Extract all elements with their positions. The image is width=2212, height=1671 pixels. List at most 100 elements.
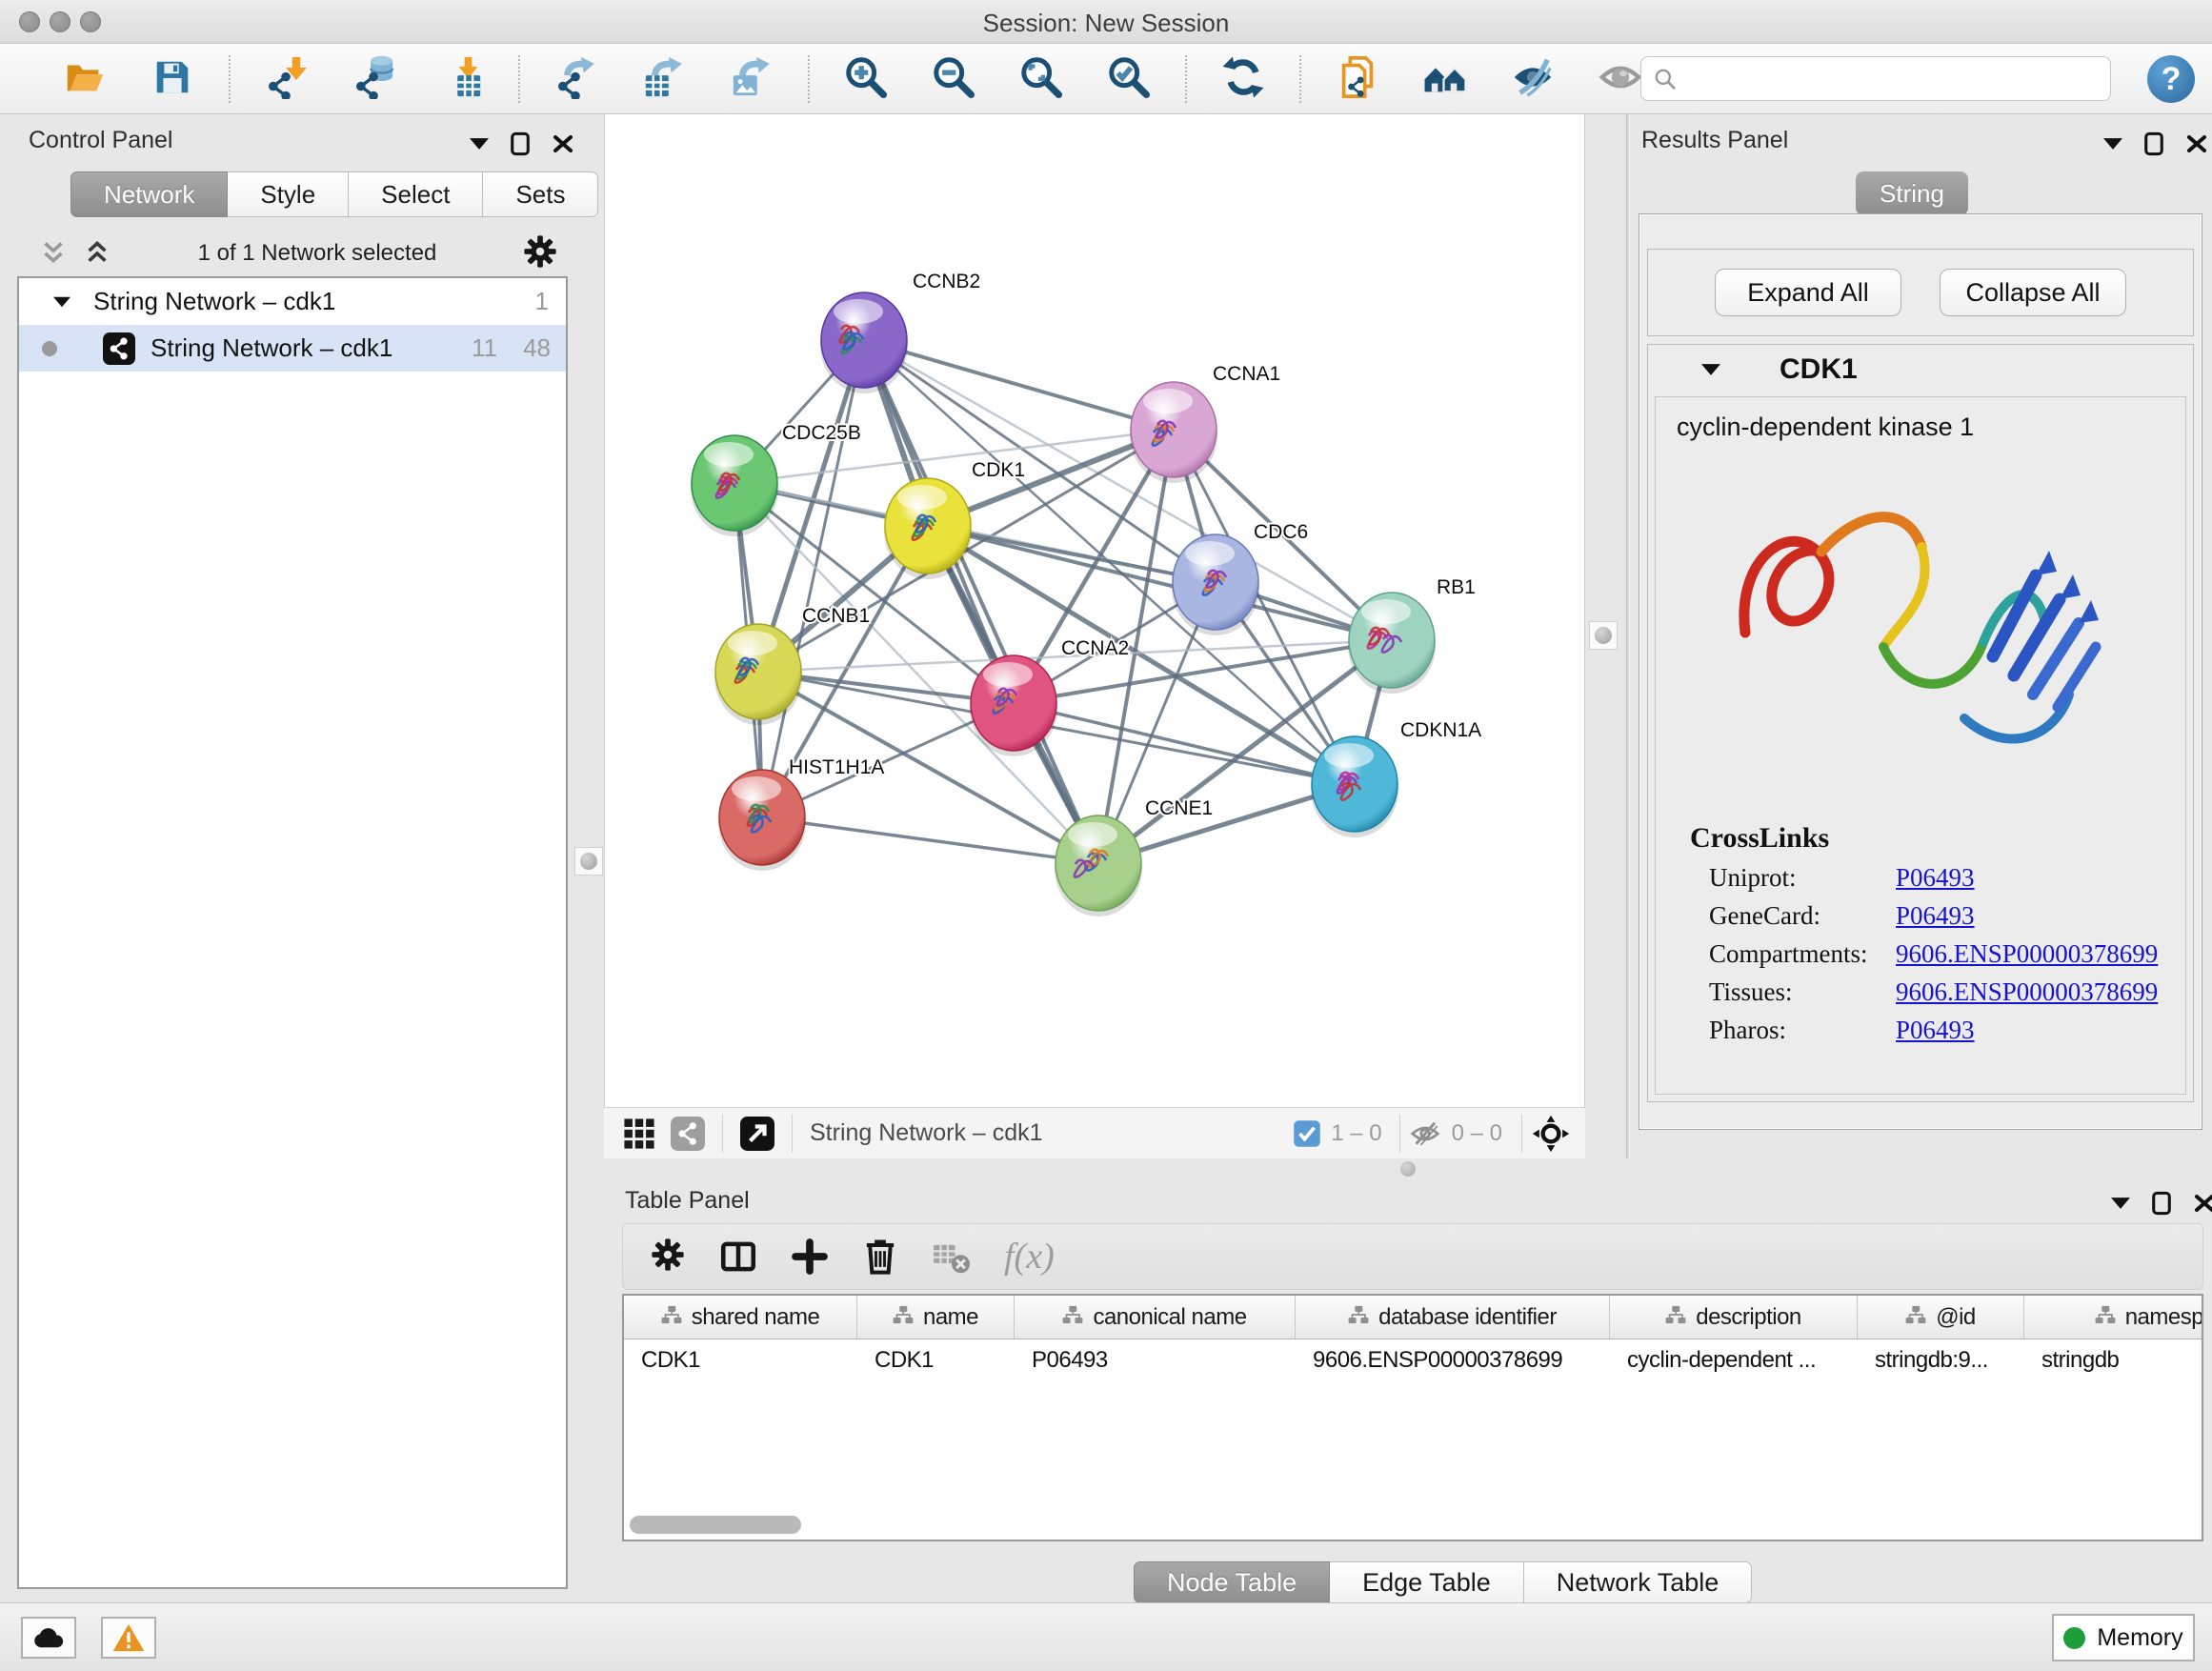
import-table-button[interactable] — [438, 55, 486, 103]
table-cell[interactable]: CDK1 — [624, 1339, 857, 1381]
network-node-CCNA1[interactable]: CCNA1 — [1130, 363, 1280, 483]
import-network-button[interactable] — [263, 55, 311, 103]
crosslink-link[interactable]: P06493 — [1896, 901, 1975, 931]
table-cell[interactable]: P06493 — [1015, 1339, 1296, 1381]
network-edge[interactable] — [762, 340, 864, 817]
close-panel-icon[interactable] — [2185, 132, 2208, 155]
open-in-new-window-icon[interactable] — [740, 1117, 774, 1151]
column-header-namespace[interactable]: namespace — [2024, 1296, 2203, 1339]
left-splitter-handle[interactable] — [574, 847, 603, 876]
crosslink-link[interactable]: P06493 — [1896, 1016, 1975, 1045]
table-tab-edge-table[interactable]: Edge Table — [1330, 1561, 1524, 1603]
refresh-button[interactable] — [1219, 55, 1267, 103]
table-tab-node-table[interactable]: Node Table — [1134, 1561, 1330, 1603]
right-splitter-handle[interactable] — [1589, 621, 1618, 650]
delete-table-icon[interactable] — [932, 1238, 972, 1275]
network-edge[interactable] — [864, 340, 1098, 863]
network-canvas[interactable]: CCNB2CCNA1CDC25BCDK1CDC6RB1CCNB1CCNA2CDK… — [604, 114, 1585, 1107]
table-horizontal-scrollbar[interactable] — [630, 1516, 801, 1534]
table-cell[interactable]: stringdb — [2024, 1339, 2203, 1381]
collapse-panel-icon[interactable] — [2103, 137, 2122, 151]
import-network-database-button[interactable] — [351, 55, 398, 103]
table-cell[interactable]: cyclin-dependent ... — [1610, 1339, 1858, 1381]
network-node-CDK1[interactable]: CDK1 — [884, 459, 1025, 579]
zoom-selected-button[interactable] — [1105, 55, 1153, 103]
control-tab-sets[interactable]: Sets — [483, 171, 598, 217]
column-header-description[interactable]: description — [1610, 1296, 1858, 1339]
share-document-button[interactable] — [1334, 55, 1381, 103]
tree-expander-icon[interactable] — [53, 296, 70, 308]
zoom-in-button[interactable] — [842, 55, 890, 103]
table-cell[interactable]: CDK1 — [857, 1339, 1015, 1381]
horizontal-splitter[interactable] — [604, 1158, 2212, 1179]
node-result-header[interactable]: CDK1 — [1648, 345, 2193, 394]
export-network-button[interactable] — [553, 55, 600, 103]
zoom-out-button[interactable] — [930, 55, 977, 103]
close-panel-icon[interactable] — [2193, 1192, 2212, 1215]
network-collection-row[interactable]: String Network – cdk1 1 — [19, 278, 566, 325]
export-image-button[interactable] — [728, 55, 775, 103]
warnings-button[interactable] — [101, 1617, 156, 1659]
toolbar-search-field[interactable] — [1640, 56, 2111, 101]
float-panel-icon[interactable] — [2143, 131, 2164, 156]
network-badge-icon[interactable] — [671, 1117, 705, 1151]
birdseye-view-icon[interactable] — [623, 1117, 655, 1150]
collapse-panel-icon[interactable] — [2111, 1197, 2130, 1210]
collapse-panel-icon[interactable] — [470, 137, 489, 151]
expand-all-button[interactable]: Expand All — [1715, 269, 1901, 316]
control-tab-style[interactable]: Style — [228, 171, 349, 217]
show-results-button[interactable] — [1597, 55, 1644, 103]
column-header-name[interactable]: name — [857, 1296, 1015, 1339]
float-panel-icon[interactable] — [2151, 1191, 2172, 1216]
selected-checkbox-icon[interactable] — [1293, 1119, 1321, 1148]
hide-results-button[interactable] — [1509, 55, 1557, 103]
crosslink-link[interactable]: 9606.ENSP00000378699 — [1896, 939, 2158, 969]
control-tab-network[interactable]: Network — [70, 171, 228, 217]
network-edge[interactable] — [1014, 703, 1355, 784]
network-node-CCNB2[interactable]: CCNB2 — [820, 271, 980, 393]
network-edge[interactable] — [762, 817, 1098, 863]
node-table[interactable]: shared namenamecanonical namedatabase id… — [622, 1294, 2203, 1541]
float-panel-icon[interactable] — [510, 131, 531, 156]
home-button[interactable] — [1421, 55, 1469, 103]
open-session-button[interactable] — [61, 55, 109, 103]
collapse-all-button[interactable]: Collapse All — [1940, 269, 2126, 316]
table-cell[interactable]: stringdb:9... — [1858, 1339, 2024, 1381]
show-columns-icon[interactable] — [718, 1237, 758, 1277]
entry-expander-icon[interactable] — [1701, 363, 1720, 376]
cloud-status-button[interactable] — [21, 1617, 76, 1659]
memory-button[interactable]: Memory — [2052, 1614, 2195, 1661]
fit-selected-crosshair-icon[interactable] — [1532, 1115, 1570, 1153]
export-table-button[interactable] — [640, 55, 688, 103]
control-tab-select[interactable]: Select — [349, 171, 483, 217]
network-graph[interactable]: CCNB2CCNA1CDC25BCDK1CDC6RB1CCNB1CCNA2CDK… — [605, 114, 1586, 1107]
network-node-RB1[interactable]: RB1 — [1348, 576, 1476, 694]
network-node-CDC6[interactable]: CDC6 — [1172, 521, 1308, 635]
table-cell[interactable]: 9606.ENSP00000378699 — [1296, 1339, 1610, 1381]
collapse-all-networks-icon[interactable] — [38, 240, 69, 267]
column-header-canonicalname[interactable]: canonical name — [1015, 1296, 1296, 1339]
close-panel-icon[interactable] — [552, 132, 574, 155]
zoom-fit-button[interactable] — [1017, 55, 1065, 103]
column-header-sharedname[interactable]: shared name — [624, 1296, 857, 1339]
network-node-HIST1H1A[interactable]: HIST1H1A — [718, 756, 884, 871]
table-options-gear-icon[interactable] — [650, 1237, 686, 1278]
expand-all-networks-icon[interactable] — [82, 240, 112, 267]
crosslink-link[interactable]: 9606.ENSP00000378699 — [1896, 977, 2158, 1007]
results-tab-string[interactable]: String — [1856, 171, 1968, 215]
save-session-button[interactable] — [149, 55, 196, 103]
network-options-gear-icon[interactable] — [522, 233, 558, 274]
network-row[interactable]: String Network – cdk1 11 48 — [19, 325, 566, 372]
network-edge[interactable] — [864, 340, 1174, 430]
add-column-icon[interactable] — [791, 1238, 829, 1276]
delete-column-icon[interactable] — [861, 1238, 899, 1276]
column-header-id[interactable]: @id — [1858, 1296, 2024, 1339]
help-button[interactable]: ? — [2147, 55, 2195, 103]
search-input[interactable] — [1685, 66, 2110, 92]
crosslink-link[interactable]: P06493 — [1896, 863, 1975, 893]
table-tab-network-table[interactable]: Network Table — [1524, 1561, 1753, 1603]
function-builder-icon[interactable]: f(x) — [1004, 1236, 1055, 1278]
column-header-databaseidentifier[interactable]: database identifier — [1296, 1296, 1610, 1339]
table-row[interactable]: CDK1CDK1P064939606.ENSP00000378699cyclin… — [624, 1339, 2202, 1381]
network-node-CDKN1A[interactable]: CDKN1A — [1311, 719, 1481, 837]
